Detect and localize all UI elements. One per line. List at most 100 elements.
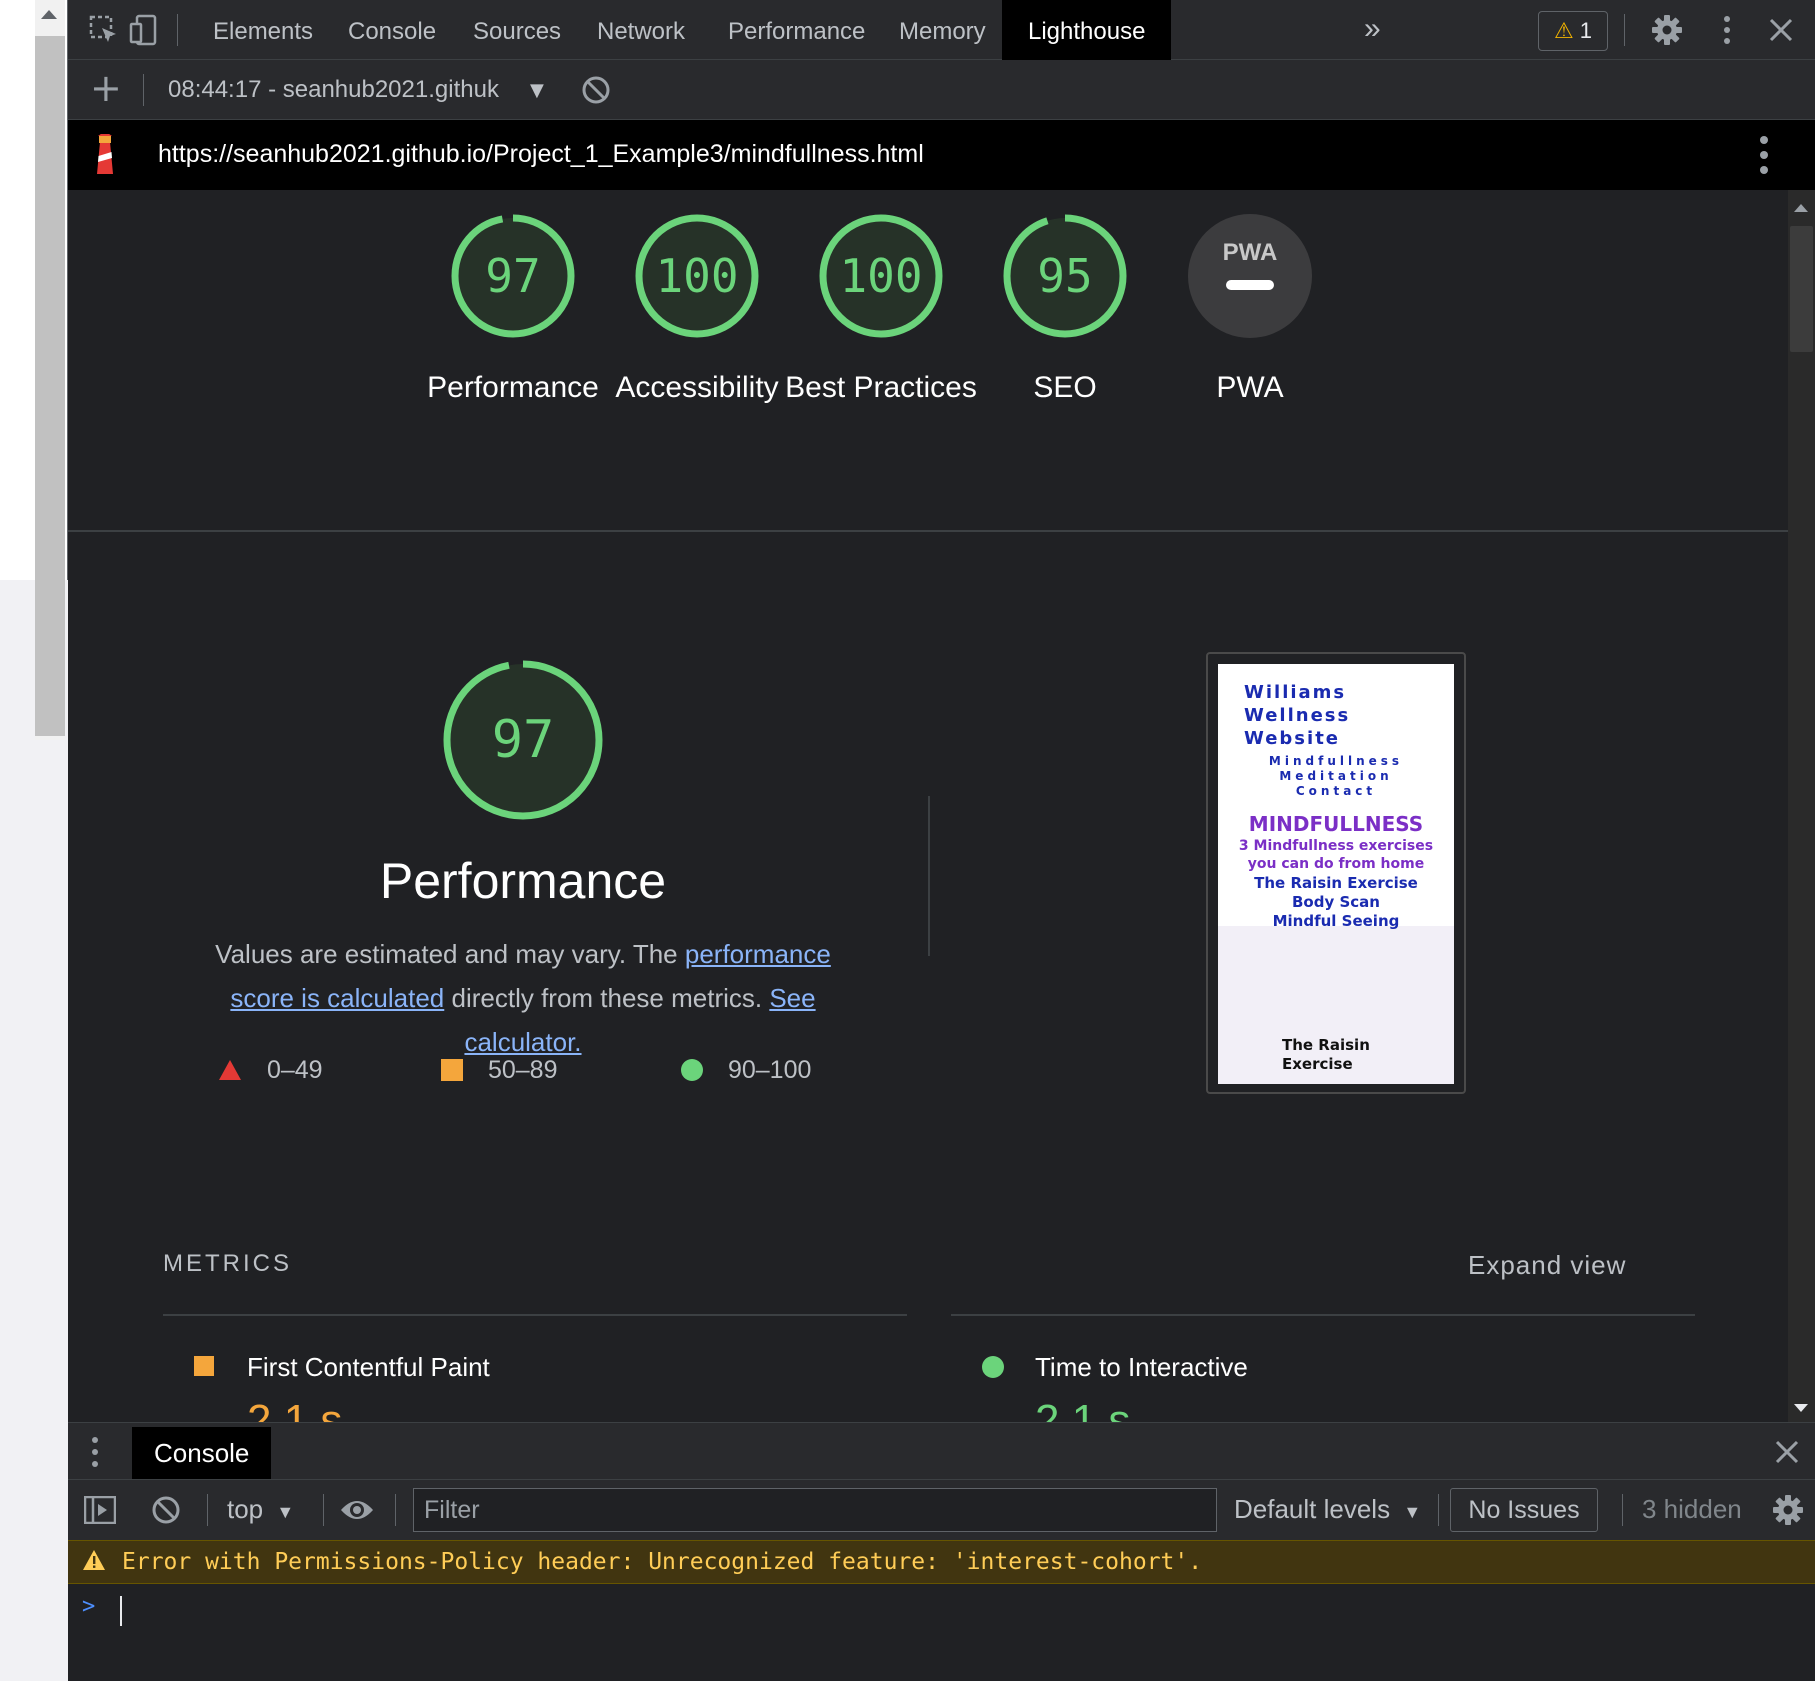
site-nav-item: Contact	[1295, 784, 1377, 798]
toolbar-divider	[177, 14, 178, 46]
red-triangle-icon	[219, 1060, 241, 1080]
metrics-divider	[951, 1314, 1695, 1316]
issues-button[interactable]: No Issues	[1450, 1488, 1598, 1532]
site-heading: MINDFULLNESS	[1248, 812, 1424, 836]
warning-icon: ⚠	[1553, 18, 1574, 43]
gauge-pwa[interactable]: PWA PWA	[1178, 204, 1322, 404]
gauge-ring: PWA	[1188, 214, 1312, 338]
hidden-messages-count: 3 hidden	[1642, 1494, 1742, 1524]
report-select[interactable]: 08:44:17 - seanhub2021.githuk	[168, 76, 538, 104]
drawer-tabbar: Console	[68, 1422, 1815, 1480]
page-scrollbar[interactable]	[35, 0, 65, 740]
console-settings-gear-icon[interactable]	[1772, 1494, 1804, 1526]
performance-title: Performance	[379, 853, 667, 909]
tab-memory[interactable]: Memory	[899, 0, 986, 60]
inspect-element-icon[interactable]	[88, 14, 120, 46]
site-link: The Raisin Exercise	[1254, 874, 1418, 892]
toolbar-divider	[207, 1494, 208, 1526]
clear-reports-icon[interactable]	[580, 74, 612, 106]
pwa-badge-bg	[1188, 214, 1312, 338]
close-devtools-icon[interactable]	[1765, 14, 1797, 46]
log-levels-select[interactable]: Default levels ▼	[1234, 1494, 1421, 1525]
legend-label: 0–49	[266, 1056, 323, 1084]
orange-square-icon	[194, 1356, 214, 1376]
orange-square-icon	[441, 1059, 463, 1081]
clear-console-icon[interactable]	[150, 1494, 182, 1526]
site-subtitle: you can do from home	[1247, 856, 1425, 872]
metrics-heading: METRICS	[163, 1250, 292, 1277]
report-scrollbar[interactable]	[1788, 190, 1815, 1422]
pwa-badge-text: PWA	[1223, 239, 1278, 266]
more-tabs-chevron-icon[interactable]: »	[1364, 0, 1381, 60]
site-title-line: Williams	[1244, 682, 1347, 703]
site-footer-text: Exercise	[1282, 1055, 1353, 1073]
warning-icon	[82, 1549, 106, 1575]
performance-big-gauge: 97	[441, 658, 605, 822]
legend-label: 50–89	[487, 1056, 558, 1084]
dropdown-caret-icon[interactable]: ▼	[530, 80, 544, 101]
live-expression-eye-icon[interactable]	[339, 1496, 373, 1528]
gauge-performance[interactable]: 97 Performance	[427, 204, 599, 404]
report-menu-kebab-icon[interactable]	[1758, 134, 1770, 176]
page-scrollbar-thumb[interactable]	[35, 36, 65, 736]
scroll-up-arrow-icon[interactable]	[41, 10, 57, 19]
console-prompt[interactable]: >	[68, 1584, 1815, 1681]
context-select[interactable]: top ▼	[227, 1494, 294, 1525]
drawer-tab-console[interactable]: Console	[132, 1427, 272, 1479]
site-title-line: Website	[1244, 728, 1341, 749]
metric-label: First Contentful Paint	[247, 1352, 490, 1382]
final-screenshot[interactable]: Williams Wellness Website Mindfullness M…	[1206, 652, 1466, 1094]
gauge-score: 100	[839, 249, 923, 303]
tab-performance[interactable]: Performance	[728, 0, 865, 60]
log-levels-label: Default levels	[1234, 1494, 1391, 1524]
tab-console[interactable]: Console	[348, 0, 436, 60]
device-toolbar-icon[interactable]	[128, 14, 160, 46]
gauge-score: 95	[1037, 249, 1093, 303]
section-divider	[68, 530, 1788, 532]
report-url[interactable]: https://seanhub2021.github.io/Project_1_…	[158, 140, 924, 169]
context-label: top	[227, 1494, 264, 1524]
console-toolbar: top ▼ Default levels ▼ No Issues 3 hidde…	[68, 1480, 1815, 1540]
report-scrollbar-thumb[interactable]	[1790, 226, 1813, 352]
performance-big-score: 97	[491, 710, 555, 770]
toolbar-divider	[395, 1494, 396, 1526]
tab-network[interactable]: Network	[597, 0, 685, 60]
dropdown-caret-icon: ▼	[1403, 1502, 1422, 1522]
lighthouse-report: 97 Performance 100 Accessibility 100 Best Pra…	[68, 190, 1788, 1422]
toolbar-divider	[323, 1494, 324, 1526]
settings-gear-icon[interactable]	[1651, 14, 1683, 46]
close-drawer-icon[interactable]	[1774, 1439, 1800, 1469]
warning-text: Error with Permissions-Policy header: Un…	[122, 1549, 1203, 1575]
tab-elements[interactable]: Elements	[213, 0, 313, 60]
drawer-menu-kebab-icon[interactable]	[90, 1436, 100, 1472]
devtools-panel: Elements Console Sources Network Perform…	[68, 0, 1815, 1681]
customize-kebab-icon[interactable]	[1711, 14, 1743, 46]
show-sidebar-icon[interactable]	[83, 1495, 117, 1528]
gauge-accessibility[interactable]: 100 Accessibility	[615, 204, 779, 404]
expand-view-toggle[interactable]: Expand view	[1468, 1250, 1626, 1281]
gauge-seo[interactable]: 95 SEO	[993, 204, 1137, 404]
scroll-up-arrow-icon[interactable]	[1794, 204, 1808, 212]
devtools-tabbar: Elements Console Sources Network Perform…	[68, 0, 1815, 60]
gauge-score: 100	[655, 249, 739, 303]
metric-value: 2.1 s	[247, 1396, 343, 1422]
text-caret	[120, 1596, 122, 1626]
tab-lighthouse[interactable]: Lighthouse	[1002, 0, 1172, 60]
gauge-label: PWA	[1216, 371, 1284, 404]
gauge-best-practices[interactable]: 100 Best Practices	[785, 204, 977, 404]
new-report-plus-icon[interactable]: +	[90, 66, 122, 110]
scroll-down-arrow-icon[interactable]	[1794, 1404, 1808, 1412]
prompt-chevron-icon: >	[82, 1594, 96, 1619]
description-text: directly from these metrics.	[444, 983, 770, 1013]
legend-fail: 0–49	[218, 1056, 323, 1085]
report-url-bar: https://seanhub2021.github.io/Project_1_…	[68, 120, 1815, 190]
site-link: Mindful Seeing	[1272, 912, 1400, 930]
console-filter-input[interactable]	[413, 1488, 1217, 1532]
console-warning-message[interactable]: Error with Permissions-Policy header: Un…	[68, 1540, 1815, 1584]
site-footer-text: The Raisin	[1282, 1036, 1370, 1054]
tab-sources[interactable]: Sources	[473, 0, 561, 60]
toolbar-divider	[1622, 1494, 1623, 1526]
description-text: Values are estimated and may vary. The	[215, 939, 685, 969]
legend-label: 90–100	[727, 1056, 812, 1084]
warnings-badge[interactable]: ⚠ 1	[1538, 11, 1608, 51]
